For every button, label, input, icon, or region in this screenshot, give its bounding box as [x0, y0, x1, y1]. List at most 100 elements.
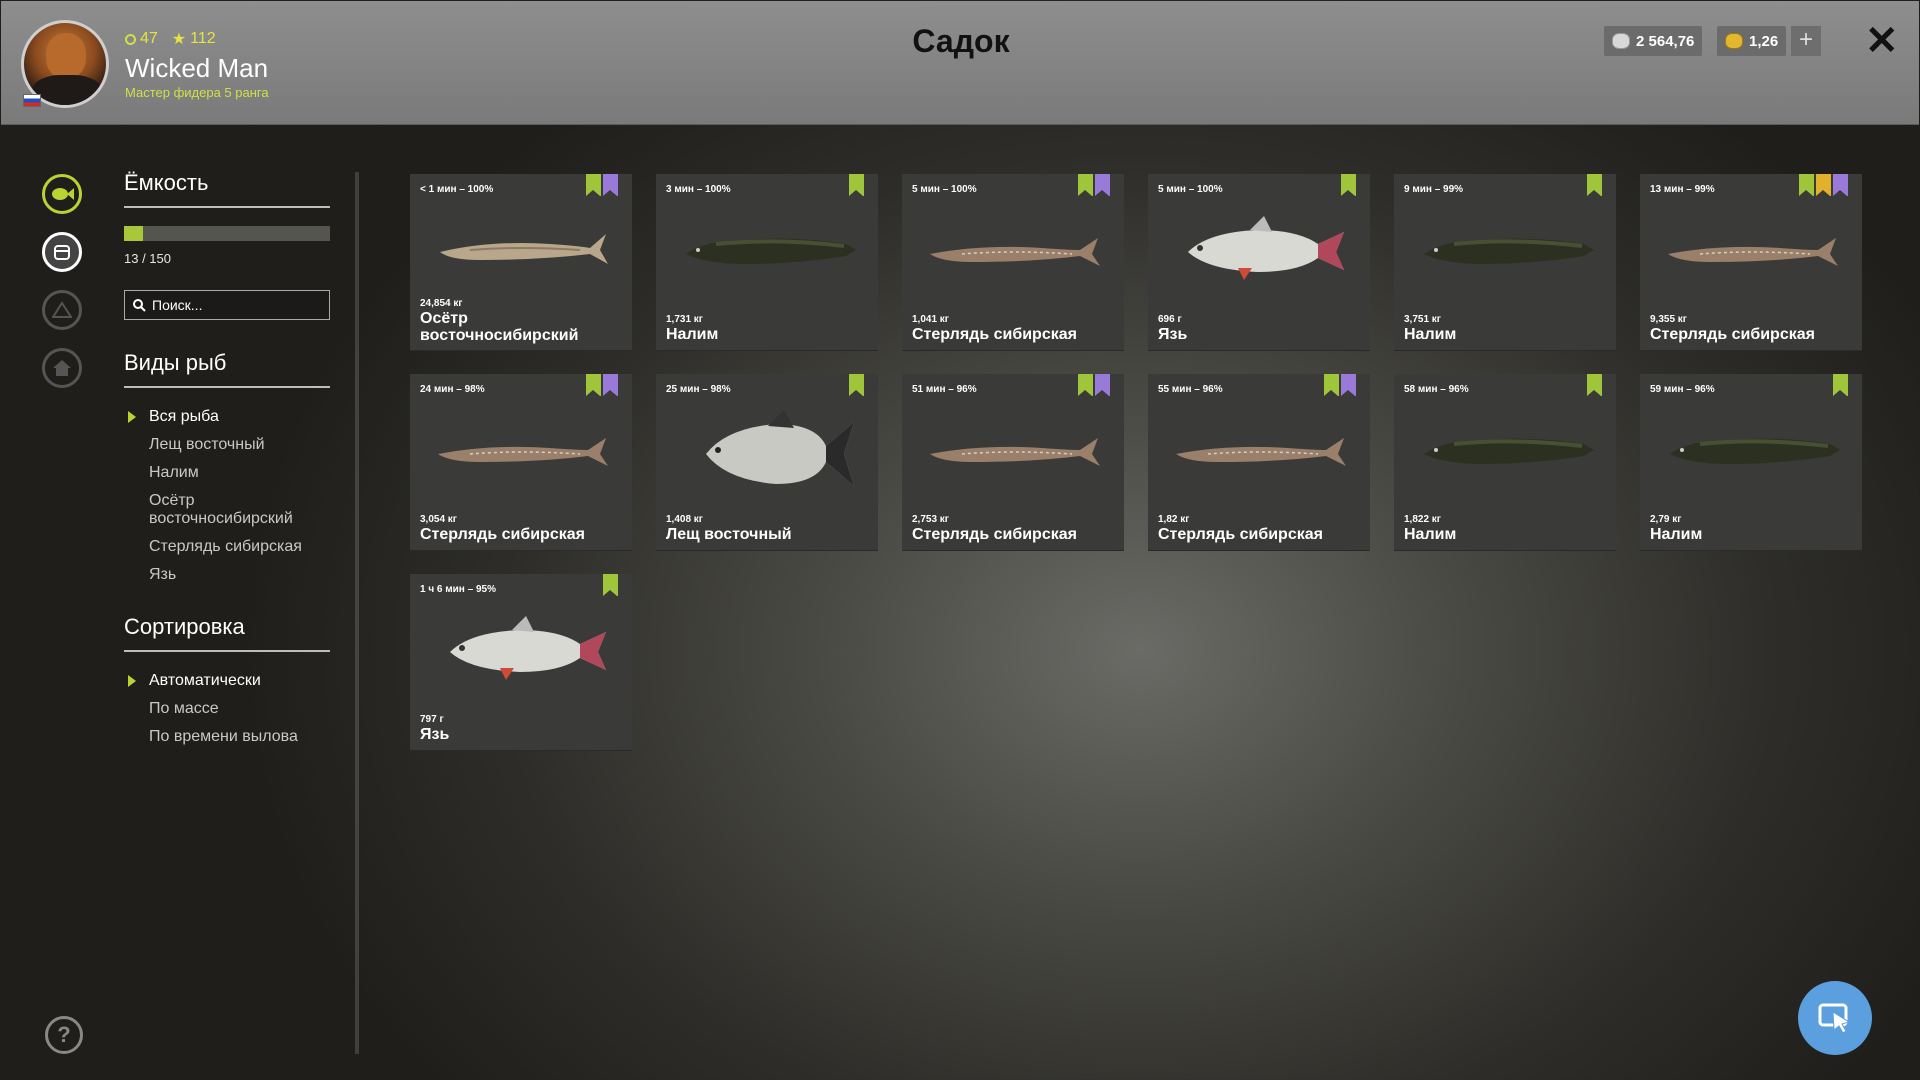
fish-card[interactable]: 59 мин – 96% 2,79 кг Налим [1640, 374, 1862, 550]
search-icon [133, 298, 146, 312]
fish-tags [1587, 374, 1602, 396]
catch-time: 59 мин – 96% [1650, 384, 1715, 395]
gold-balance: 1,26 [1717, 26, 1787, 56]
search-input[interactable] [152, 297, 312, 313]
fish-tags [586, 174, 618, 196]
ide-fish-image [1188, 216, 1344, 280]
fish-name: Лещ восточный [666, 526, 792, 543]
species-item-sturgeon[interactable]: Осётр восточносибирский [124, 492, 330, 528]
fish-card[interactable]: 58 мин – 96% 1,822 кг Налим [1394, 374, 1616, 550]
fish-tags [1833, 374, 1848, 396]
violet-bookmark-icon [1833, 174, 1848, 196]
help-icon[interactable]: ? [45, 1016, 83, 1054]
fish-weight: 1,822 кг [1404, 514, 1441, 525]
gold-coin-icon [1725, 33, 1743, 49]
sterlet-fish-image [438, 438, 608, 466]
silver-coin-icon [1612, 33, 1630, 49]
silver-balance: 2 564,76 [1604, 26, 1703, 56]
species-list: Вся рыба Лещ восточный Налим Осётр восто… [124, 408, 330, 584]
catch-time: 24 мин – 98% [420, 384, 485, 395]
fish-card[interactable]: 9 мин – 99% 3,751 кг Налим [1394, 174, 1616, 350]
species-item-sterlet[interactable]: Стерлядь сибирская [124, 538, 330, 556]
search-field[interactable] [124, 290, 330, 320]
burbot-fish-image [1670, 438, 1840, 464]
catch-time: 13 мин – 99% [1650, 184, 1715, 195]
violet-bookmark-icon [1095, 374, 1110, 396]
keepnet-icon[interactable] [42, 232, 82, 272]
fish-card[interactable]: 51 мин – 96% 2,753 кг Стерлядь сибирская [902, 374, 1124, 550]
fish-name: Налим [1404, 326, 1457, 343]
fish-card[interactable]: 3 мин – 100% 1,731 кг Налим [656, 174, 878, 350]
fish-weight: 1,82 кг [1158, 514, 1190, 525]
fish-weight: 24,854 кг [420, 298, 463, 309]
green-bookmark-icon [1341, 174, 1356, 196]
catch-time: 3 мин – 100% [666, 184, 731, 195]
green-bookmark-icon [1587, 374, 1602, 396]
fish-icon[interactable] [42, 174, 82, 214]
violet-bookmark-icon [603, 374, 618, 396]
fish-name: Налим [1404, 526, 1457, 543]
fish-card[interactable]: 5 мин – 100% 696 г Язь [1148, 174, 1370, 350]
fish-card[interactable]: 55 мин – 96% 1,82 кг Стерлядь сибирская [1148, 374, 1370, 550]
violet-bookmark-icon [1095, 174, 1110, 196]
fish-tags [1078, 374, 1110, 396]
sort-by-mass[interactable]: По массе [124, 700, 330, 718]
green-bookmark-icon [1324, 374, 1339, 396]
add-currency-button[interactable]: + [1791, 26, 1821, 56]
sort-auto[interactable]: Автоматически [124, 672, 330, 690]
fish-tags [1341, 174, 1356, 196]
capacity-bar-fill [124, 226, 143, 241]
fish-weight: 9,355 кг [1650, 314, 1687, 325]
gold-bookmark-icon [1816, 174, 1831, 196]
fish-card[interactable]: 13 мин – 99% 9,355 кг Стерлядь сибирская [1640, 174, 1862, 350]
home-icon[interactable] [42, 348, 82, 388]
fish-card[interactable]: 25 мин – 98% 1,408 кг Лещ восточный [656, 374, 878, 550]
catch-time: 58 мин – 96% [1404, 384, 1469, 395]
fish-weight: 3,751 кг [1404, 314, 1441, 325]
sterlet-fish-image [1176, 438, 1346, 466]
cursor-mode-button[interactable] [1798, 981, 1872, 1055]
catch-time: 5 мин – 100% [1158, 184, 1223, 195]
fish-name: Осётр восточносибирский [420, 310, 579, 344]
capacity-bar [124, 226, 330, 241]
fish-tags [1324, 374, 1356, 396]
violet-bookmark-icon [1341, 374, 1356, 396]
species-item-bream[interactable]: Лещ восточный [124, 436, 330, 454]
cursor-icon [1818, 1003, 1851, 1034]
fish-name: Язь [1158, 326, 1188, 343]
fish-name: Налим [1650, 526, 1703, 543]
fish-tags [849, 174, 864, 196]
fish-tags [586, 374, 618, 396]
silver-amount: 2 564,76 [1636, 32, 1695, 50]
fish-card[interactable]: < 1 мин – 100% 24,854 кг Осётр восточносиб… [410, 174, 632, 350]
fish-card[interactable]: 24 мин – 98% 3,054 кг Стерлядь сибирская [410, 374, 632, 550]
species-item-ide[interactable]: Язь [124, 566, 330, 584]
fish-card[interactable]: 1 ч 6 мин – 95% 797 г Язь [410, 574, 632, 750]
sort-title: Сортировка [124, 614, 330, 652]
green-bookmark-icon [586, 174, 601, 196]
violet-bookmark-icon [603, 174, 618, 196]
fish-card[interactable]: 5 мин – 100% 1,041 кг Стерлядь сибирская [902, 174, 1124, 350]
species-item-burbot[interactable]: Налим [124, 464, 330, 482]
catch-time: 5 мин – 100% [912, 184, 977, 195]
fish-name: Стерлядь сибирская [1650, 326, 1815, 343]
close-icon[interactable]: ✕ [1865, 19, 1899, 63]
russia-flag-icon [23, 94, 41, 107]
sort-by-time[interactable]: По времени вылова [124, 728, 330, 746]
green-bookmark-icon [849, 374, 864, 396]
species-title: Виды рыб [124, 350, 330, 388]
sturgeon-fish-image [440, 234, 608, 264]
filter-panel: Ёмкость 13 / 150 Виды рыб Вся рыба Лещ в… [124, 170, 330, 756]
species-item-all[interactable]: Вся рыба [124, 408, 330, 426]
green-bookmark-icon [1833, 374, 1848, 396]
catch-time: 25 мин – 98% [666, 384, 731, 395]
sterlet-fish-image [1668, 238, 1838, 266]
catch-time: < 1 мин – 100% [420, 184, 494, 195]
catch-time: 51 мин – 96% [912, 384, 977, 395]
fish-weight: 797 г [420, 714, 444, 725]
player-rank: Мастер фидера 5 ранга [125, 85, 269, 100]
capacity-title: Ёмкость [124, 170, 330, 208]
sterlet-fish-image [930, 438, 1100, 466]
fish-weight: 1,408 кг [666, 514, 703, 525]
tent-icon[interactable] [42, 290, 82, 330]
